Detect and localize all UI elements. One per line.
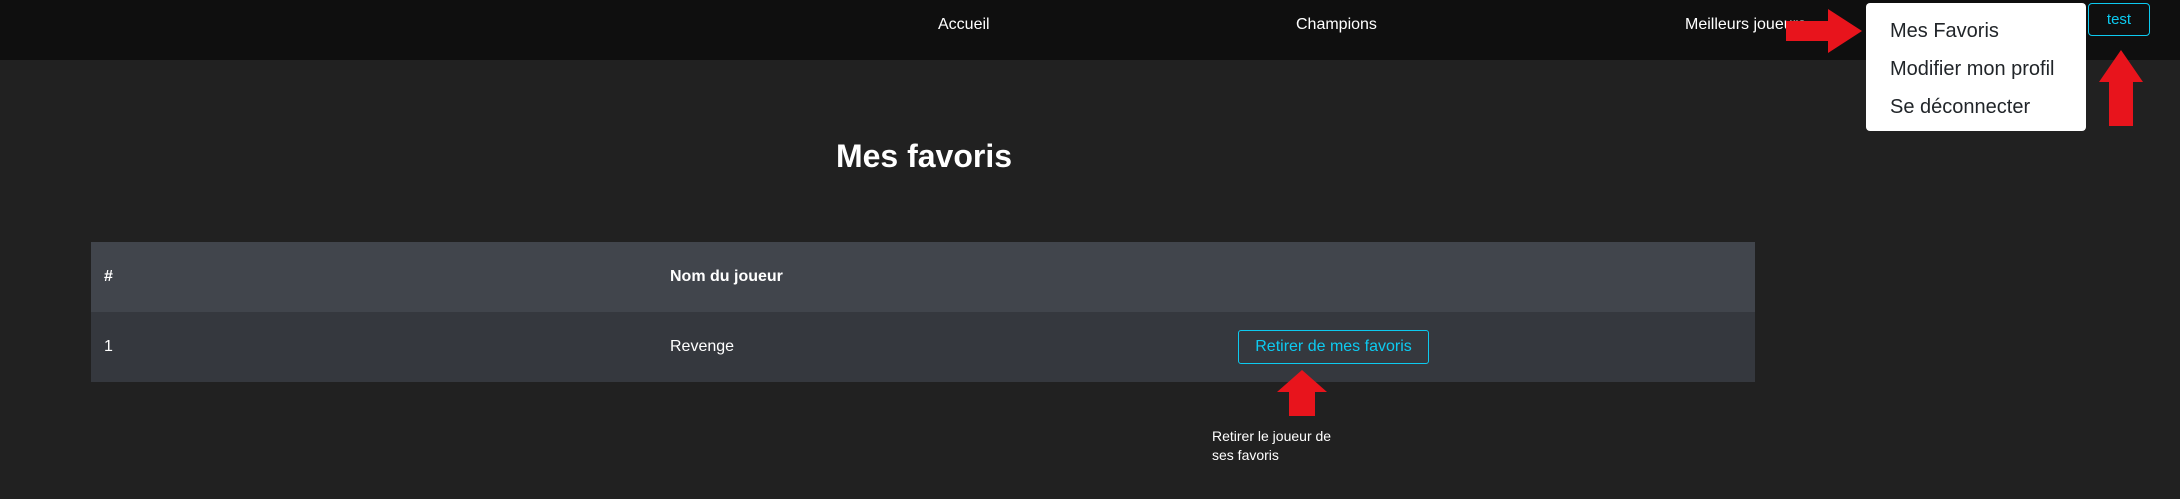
page-title: Mes favoris (835, 138, 1013, 174)
favorites-table: # Nom du joueur 1 Revenge Retirer de mes… (91, 242, 1755, 382)
annotation-arrow-up (2099, 50, 2143, 126)
row-index: 1 (104, 338, 113, 355)
annotation-note: Retirer le joueur de ses favoris (1212, 428, 1332, 463)
table-row: 1 Revenge Retirer de mes favoris (91, 312, 1755, 382)
column-header-index: # (104, 268, 113, 285)
nav-link-champions[interactable]: Champions (1296, 16, 1377, 34)
table-header-row: # Nom du joueur (91, 242, 1755, 312)
annotation-arrow-up-remove (1277, 370, 1327, 416)
row-player-name: Revenge (670, 338, 735, 355)
dropdown-item-mes-favoris[interactable]: Mes Favoris (1866, 15, 2086, 53)
user-dropdown-menu: Mes Favoris Modifier mon profil Se décon… (1866, 3, 2086, 131)
column-header-player-name: Nom du joueur (670, 268, 783, 285)
remove-favorite-button[interactable]: Retirer de mes favoris (1238, 330, 1429, 364)
dropdown-item-se-deconnecter[interactable]: Se déconnecter (1866, 91, 2086, 129)
dropdown-item-modifier-profil[interactable]: Modifier mon profil (1866, 53, 2086, 91)
column-header-action (1225, 242, 1755, 312)
nav-link-accueil[interactable]: Accueil (938, 16, 990, 34)
user-menu-button[interactable]: test (2088, 3, 2150, 36)
annotation-arrow-right (1786, 9, 1862, 53)
